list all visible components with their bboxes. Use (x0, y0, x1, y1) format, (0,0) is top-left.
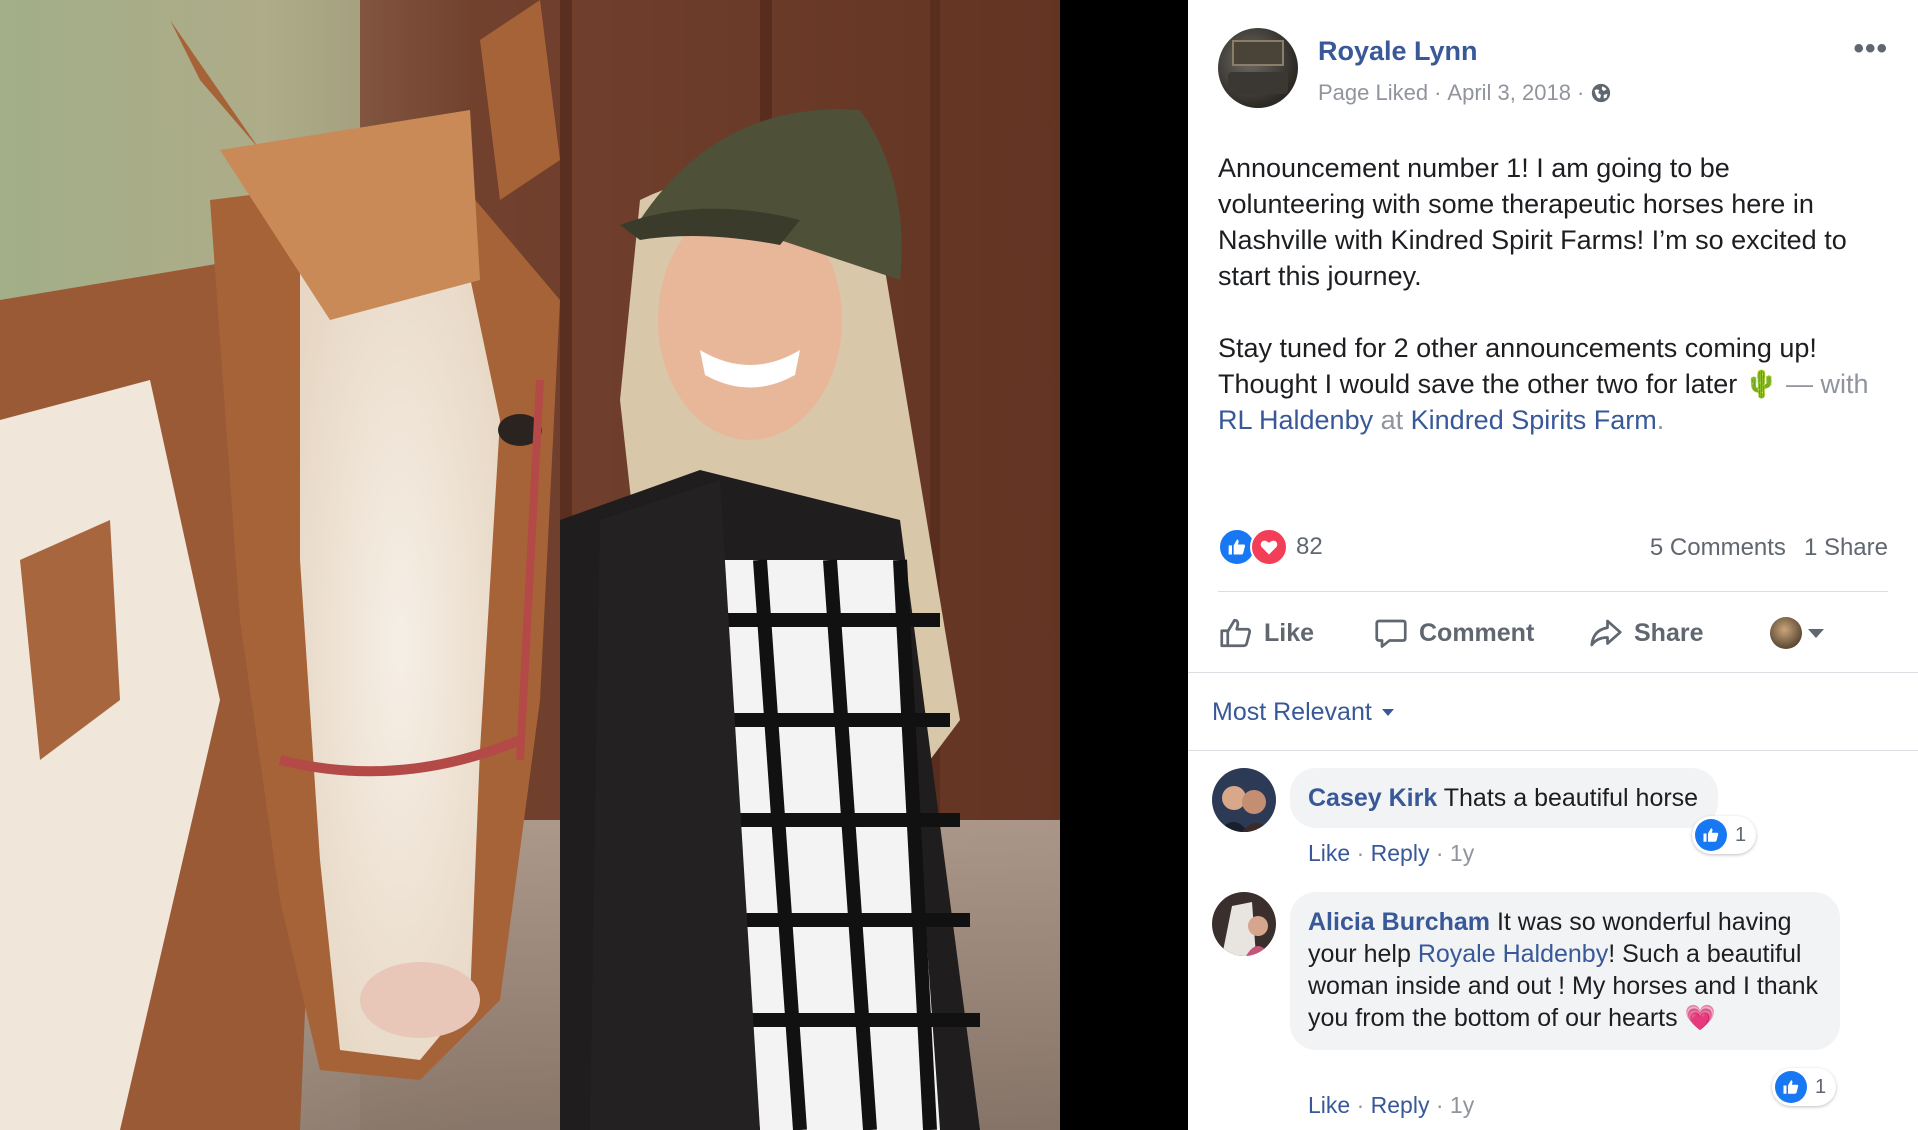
more-options-button[interactable]: ••• (1853, 32, 1888, 66)
comment-actions: Like · Reply · 1y (1308, 840, 1475, 866)
tagged-person-link[interactable]: RL Haldenby (1218, 405, 1373, 435)
comment-reaction-count: 1 (1815, 1075, 1827, 1098)
comments-count-link[interactable]: 5 Comments (1650, 534, 1786, 562)
with-word: with (1820, 369, 1869, 399)
photo-viewer (0, 0, 1188, 1130)
share-button[interactable]: Share (1588, 600, 1703, 666)
comment-button[interactable]: Comment (1373, 600, 1534, 666)
commenter-name-link[interactable]: Alicia Burcham (1308, 908, 1490, 936)
like-reaction-icon (1695, 819, 1727, 851)
divider (1188, 750, 1918, 751)
post-paragraph-1: Announcement number 1! I am going to be … (1218, 153, 1847, 291)
post-side-panel: Royale Lynn Page Liked · April 3, 2018 ·… (1188, 0, 1918, 1130)
post-date[interactable]: April 3, 2018 (1447, 80, 1571, 106)
sort-label: Most Relevant (1212, 698, 1372, 726)
chevron-down-icon (1808, 628, 1824, 638)
comment-sort-dropdown[interactable]: Most Relevant (1212, 698, 1394, 727)
comment-bubble: Casey Kirk Thats a beautiful horse (1290, 768, 1719, 828)
post-photo[interactable] (0, 0, 1060, 1130)
comment-icon (1375, 619, 1407, 648)
post-paragraph-2: Stay tuned for 2 other announcements com… (1218, 330, 1878, 438)
post-as-selector[interactable] (1770, 600, 1824, 666)
globe-icon[interactable] (1590, 82, 1612, 104)
dash: — (1778, 369, 1821, 399)
post-paragraph-2-text: Stay tuned for 2 other announcements com… (1218, 333, 1817, 399)
post-body: Announcement number 1! I am going to be … (1218, 150, 1878, 438)
comment-item: Casey Kirk Thats a beautiful horse 1 Lik… (1212, 768, 1892, 878)
divider (1218, 591, 1888, 592)
meta-separator: · (1434, 80, 1442, 105)
period: . (1656, 405, 1665, 435)
comment-reply-link[interactable]: Reply (1371, 1092, 1430, 1118)
engagement-counts: 5 Comments 1 Share (1650, 534, 1888, 562)
comment-item: Alicia Burcham It was so wonderful havin… (1212, 892, 1892, 1130)
avatar-sign-graphic (1232, 40, 1284, 66)
post-stats: 82 5 Comments 1 Share (1218, 528, 1888, 568)
share-button-label: Share (1634, 618, 1704, 647)
like-button[interactable]: Like (1218, 600, 1314, 666)
comment-reply-link[interactable]: Reply (1371, 840, 1430, 866)
reactions-summary[interactable]: 82 (1218, 528, 1323, 566)
comment-like-link[interactable]: Like (1308, 1092, 1350, 1118)
cactus-emoji: 🌵 (1744, 369, 1779, 399)
comment-time[interactable]: 1y (1450, 1092, 1474, 1118)
avatar-truck-graphic (1228, 72, 1288, 94)
share-icon (1590, 619, 1622, 647)
comment-button-label: Comment (1419, 618, 1535, 647)
reaction-count: 82 (1296, 533, 1323, 560)
page-liked-status[interactable]: Page Liked (1318, 80, 1428, 106)
at-word: at (1380, 405, 1404, 435)
photo-horse-and-woman (0, 0, 1060, 1130)
commenter-avatar[interactable] (1212, 768, 1276, 832)
thumbs-up-icon (1220, 618, 1251, 648)
heart-emoji: 💗 (1684, 1004, 1716, 1032)
like-reaction-icon (1775, 1071, 1807, 1103)
current-user-avatar (1770, 617, 1802, 649)
post-meta: Page Liked · April 3, 2018 · (1318, 80, 1612, 106)
page-name-link[interactable]: Royale Lynn (1318, 36, 1478, 67)
mention-link[interactable]: Royale Haldenby (1418, 940, 1608, 968)
comment-reaction-badge[interactable]: 1 (1692, 816, 1757, 854)
comment-like-link[interactable]: Like (1308, 840, 1350, 866)
meta-separator: · (1576, 80, 1585, 105)
comment-time[interactable]: 1y (1450, 840, 1474, 866)
comment-reaction-count: 1 (1735, 823, 1747, 846)
shares-count-link[interactable]: 1 Share (1804, 534, 1888, 562)
love-reaction-icon (1250, 528, 1288, 566)
post-header: Royale Lynn Page Liked · April 3, 2018 ·… (1218, 28, 1888, 108)
divider (1188, 672, 1918, 673)
commenter-avatar[interactable] (1212, 892, 1276, 956)
page-avatar[interactable] (1218, 28, 1298, 108)
comment-reaction-badge[interactable]: 1 (1772, 1068, 1837, 1106)
location-link[interactable]: Kindred Spirits Farm (1411, 405, 1657, 435)
like-button-label: Like (1264, 618, 1315, 647)
commenter-name-link[interactable]: Casey Kirk (1308, 784, 1437, 812)
chevron-down-icon (1381, 709, 1394, 716)
comment-bubble: Alicia Burcham It was so wonderful havin… (1290, 892, 1840, 1050)
comment-actions: Like · Reply · 1y (1308, 1092, 1475, 1118)
comment-text: Thats a beautiful horse (1443, 784, 1699, 812)
